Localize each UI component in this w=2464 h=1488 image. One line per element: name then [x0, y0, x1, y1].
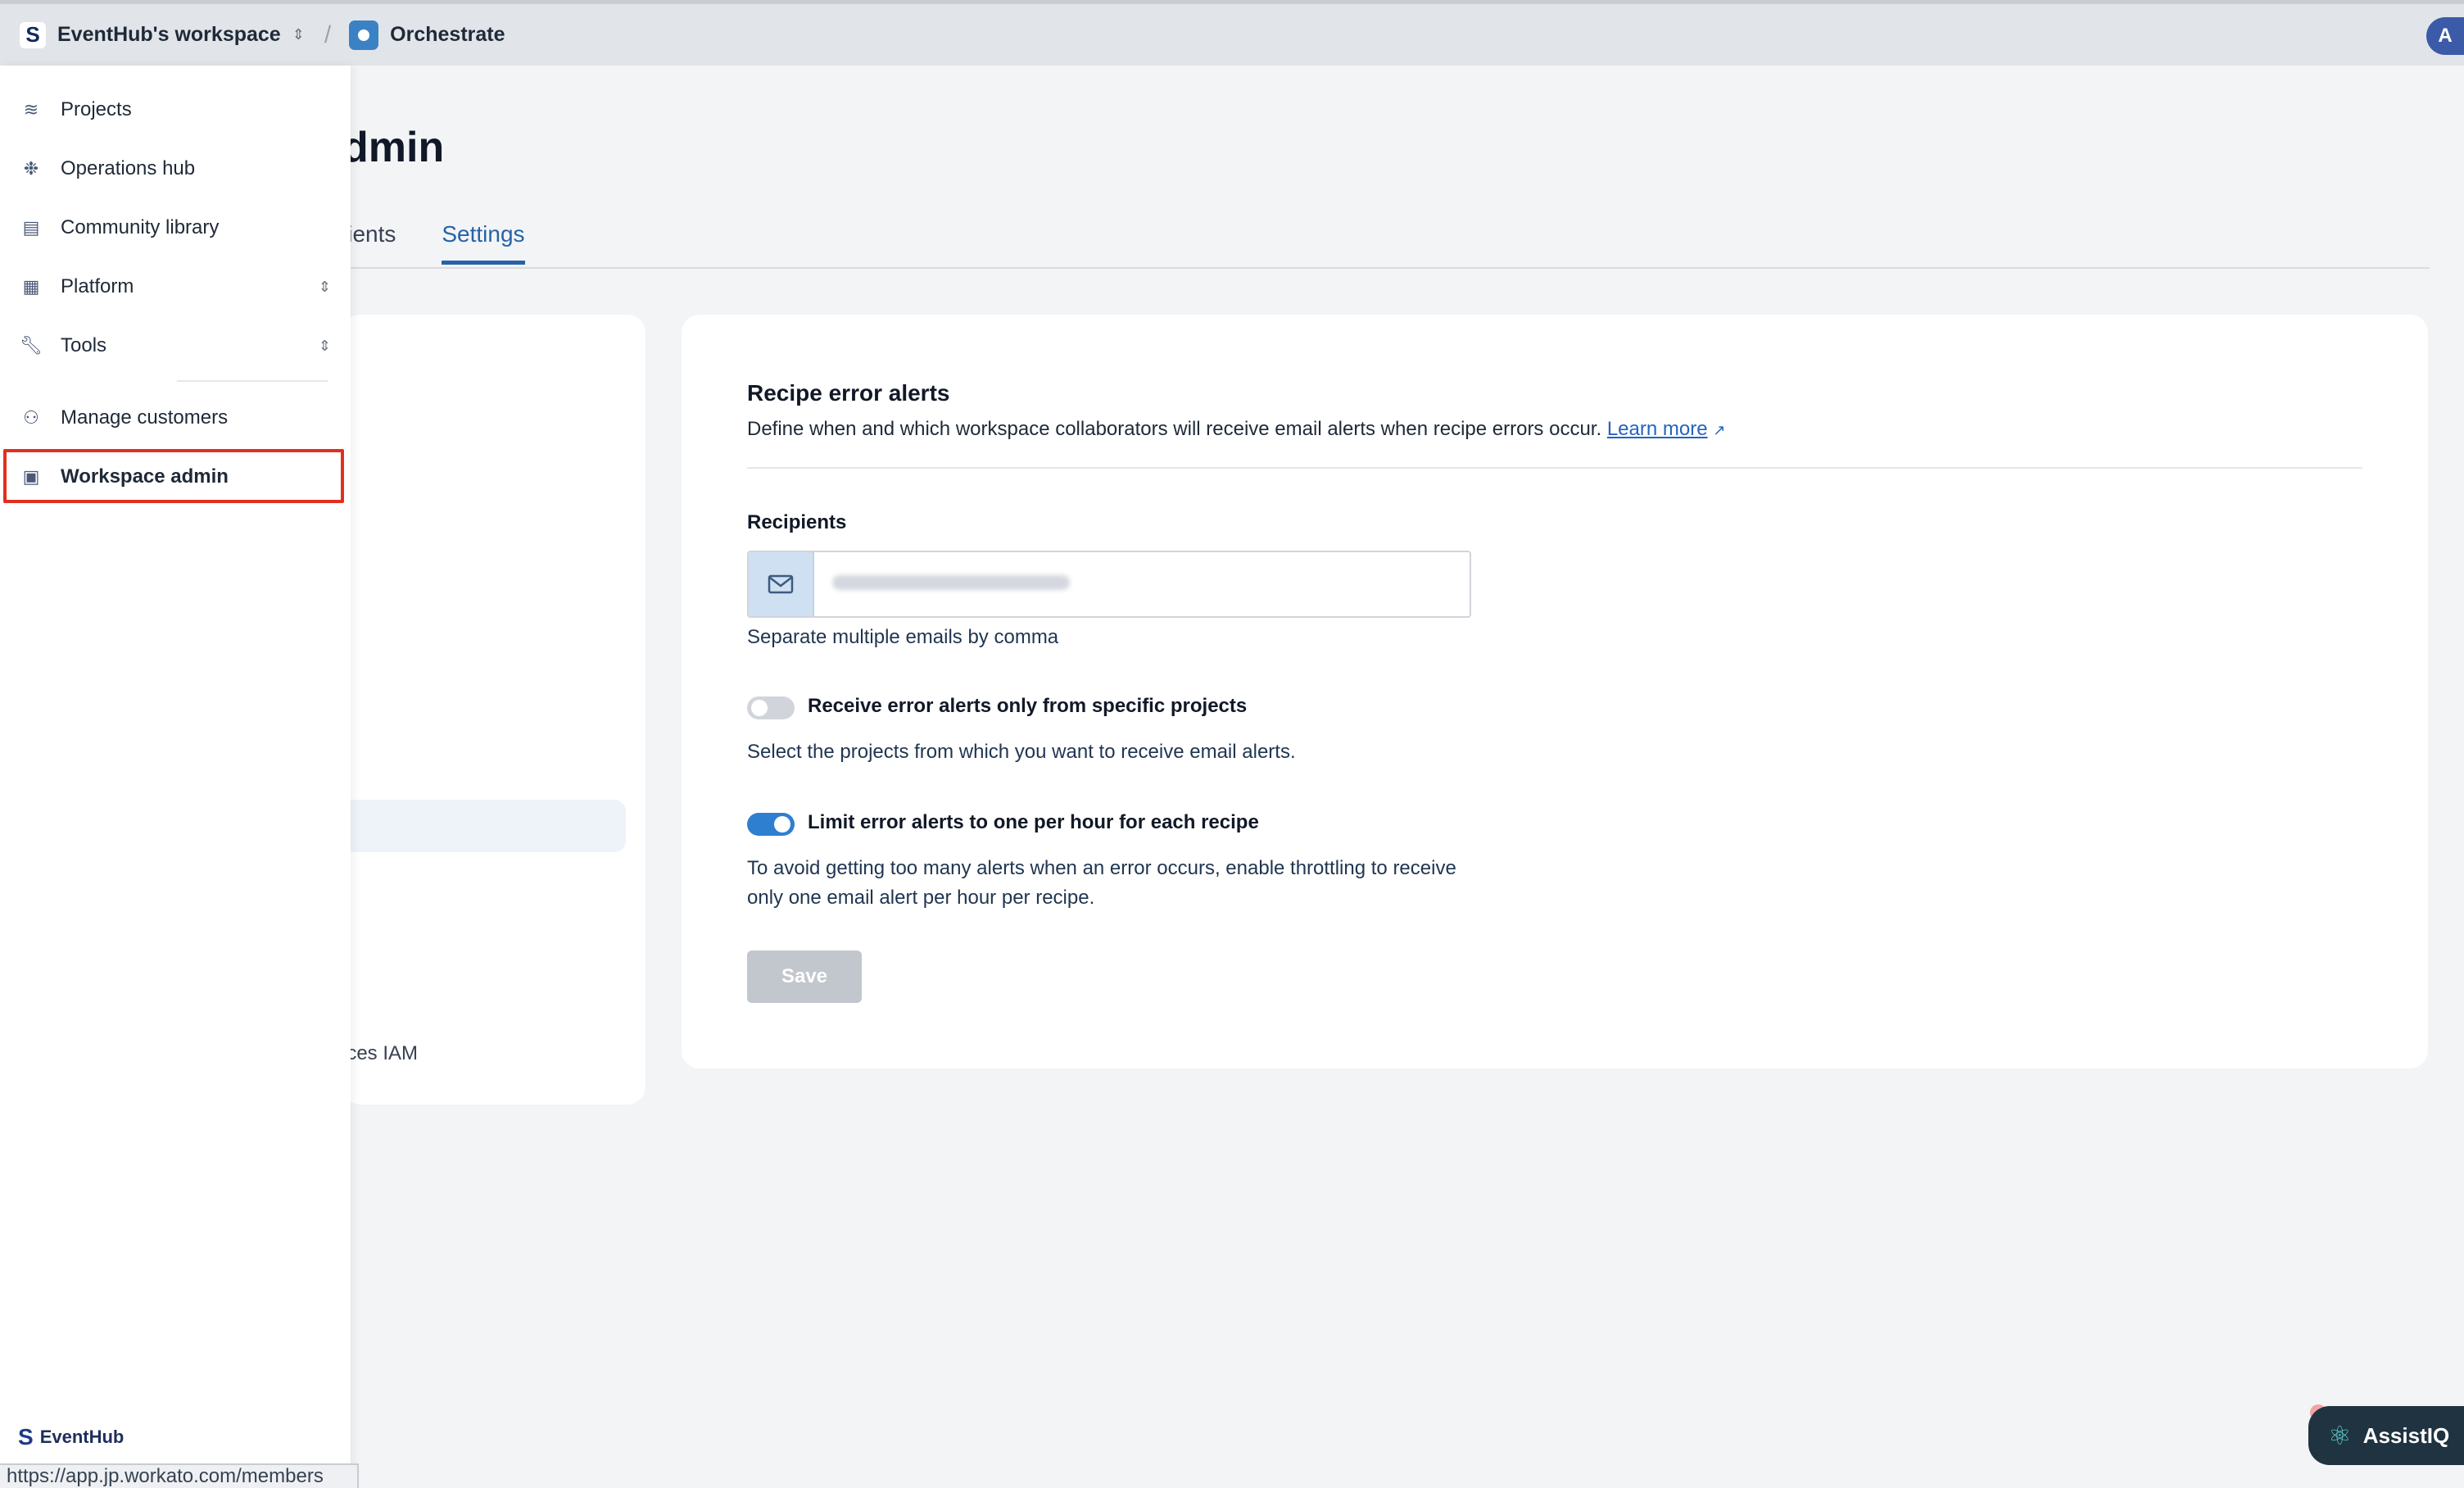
sidebar-item-label: Tools — [61, 334, 107, 356]
settings-nav-item-iam[interactable]: ices IAM — [342, 1042, 418, 1065]
specific-projects-desc: Select the projects from which you want … — [747, 741, 1296, 763]
specific-projects-label: Receive error alerts only from specific … — [808, 695, 1248, 717]
recipe-error-alerts-card: Recipe error alerts Define when and whic… — [682, 315, 2428, 1068]
assistiq-label: AssistIQ — [2362, 1422, 2450, 1448]
snowflake-icon: ❉ — [23, 158, 39, 179]
wrench-icon: 🔧︎ — [20, 335, 43, 356]
sidebar-item-label: Projects — [61, 98, 132, 120]
settings-nav-panel: ices IAM — [342, 315, 645, 1105]
top-bar: S EventHub's workspace ⇕ / Orchestrate A — [0, 0, 2464, 66]
sidebar-item-community-library[interactable]: ▤ Community library — [20, 203, 331, 252]
sidebar-item-operations-hub[interactable]: ❉ Operations hub — [20, 144, 331, 193]
save-button[interactable]: Save — [747, 950, 862, 1003]
chevron-updown-icon: ⇕ — [292, 26, 305, 43]
users-gear-icon: ⚇ — [23, 407, 39, 428]
brand-logo: S EventHub — [18, 1424, 124, 1450]
page-title: dmin — [342, 124, 445, 171]
limit-alerts-desc: To avoid getting too many alerts when an… — [747, 857, 1456, 909]
orchestrate-icon — [349, 20, 379, 50]
tab-settings[interactable]: Settings — [442, 221, 525, 265]
chevron-updown-icon: ⇕ — [318, 278, 331, 295]
sidebar-item-manage-customers[interactable]: ⚇ Manage customers — [20, 393, 331, 442]
recipients-help: Separate multiple emails by comma — [747, 626, 1059, 648]
limit-alerts-label: Limit error alerts to one per hour for e… — [808, 811, 1259, 833]
sidebar-item-platform[interactable]: ▦ Platform ⇕ — [20, 262, 331, 311]
sidebar-item-projects[interactable]: ≋ Projects — [20, 85, 331, 134]
external-link-icon: ↗ — [1713, 422, 1726, 438]
app-name[interactable]: Orchestrate — [390, 23, 505, 47]
divider — [747, 467, 2362, 469]
brand-name: EventHub — [39, 1427, 125, 1447]
mail-icon — [749, 552, 814, 616]
sidebar-item-label: Manage customers — [61, 406, 229, 429]
sidebar-divider — [177, 380, 328, 382]
brand-mark-icon: S — [18, 1424, 34, 1449]
workspace-switcher[interactable]: S EventHub's workspace ⇕ — [20, 21, 305, 48]
atom-icon: ⚛ — [2328, 1421, 2352, 1450]
layers-icon: ≋ — [23, 99, 39, 120]
highlight-annotation — [3, 449, 344, 503]
workspace-name: EventHub's workspace — [57, 23, 281, 46]
tabs-divider — [342, 267, 2430, 269]
chevron-updown-icon: ⇕ — [318, 337, 331, 354]
recipients-label: Recipients — [747, 511, 847, 533]
avatar[interactable]: A — [2426, 17, 2464, 55]
section-description: Define when and which workspace collabor… — [747, 418, 1725, 441]
assistiq-button[interactable]: ⚛ AssistIQ — [2308, 1406, 2464, 1465]
settings-nav-selected-item[interactable] — [342, 800, 626, 852]
breadcrumb-separator: / — [324, 20, 332, 48]
sidebar: ≋ Projects ❉ Operations hub ▤ Community … — [0, 66, 351, 1488]
status-url-bar: https://app.jp.workato.com/members — [0, 1463, 359, 1488]
workspace-logo-icon: S — [20, 21, 46, 48]
section-heading: Recipe error alerts — [747, 380, 950, 406]
limit-alerts-toggle[interactable] — [747, 813, 795, 836]
sidebar-item-label: Operations hub — [61, 157, 196, 179]
redacted-email — [832, 575, 1070, 590]
sidebar-item-label: Platform — [61, 275, 134, 297]
grid-icon: ▦ — [22, 276, 40, 297]
sidebar-item-label: Community library — [61, 216, 220, 238]
learn-more-link[interactable]: Learn more — [1607, 418, 1708, 440]
description-text: Define when and which workspace collabor… — [747, 418, 1602, 440]
tab-bar: lients Settings — [342, 221, 571, 265]
specific-projects-toggle[interactable] — [747, 696, 795, 719]
recipients-field — [747, 551, 1471, 618]
book-icon: ▤ — [22, 217, 40, 238]
sidebar-item-tools[interactable]: 🔧︎ Tools ⇕ — [20, 321, 331, 370]
